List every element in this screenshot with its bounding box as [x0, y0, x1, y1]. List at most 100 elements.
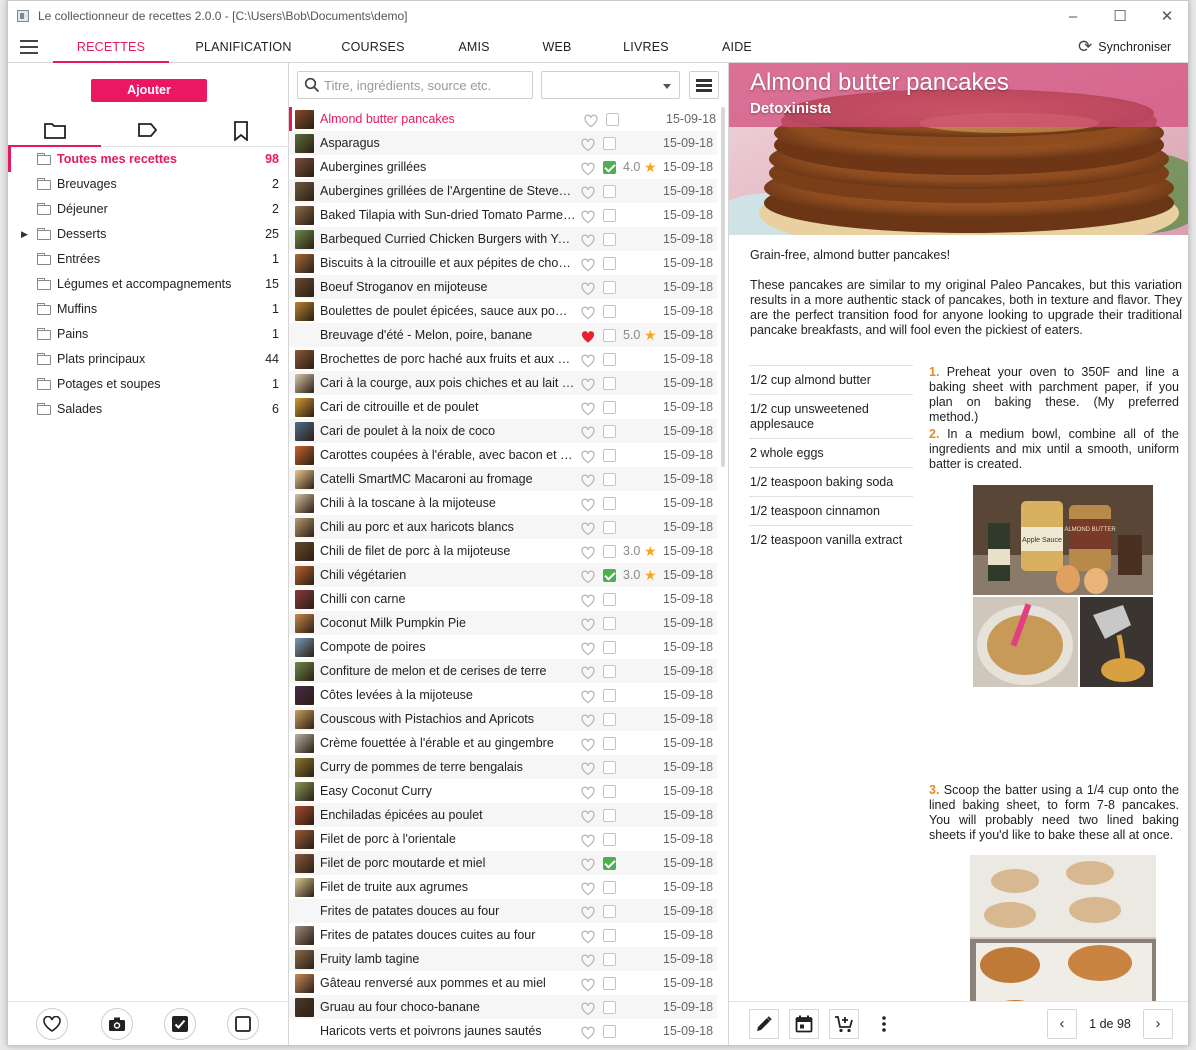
recipe-row[interactable]: Chili à la toscane à la mijoteuse 15-09-1… — [289, 491, 717, 515]
recipe-row[interactable]: Filet de truite aux agrumes 15-09-18 — [289, 875, 717, 899]
plan-button[interactable] — [789, 1009, 819, 1039]
heart-icon[interactable] — [581, 256, 595, 272]
recipe-row[interactable]: Almond butter pancakes 15-09-18 — [289, 107, 717, 131]
cooked-checkbox[interactable] — [603, 449, 616, 462]
cooked-checkbox[interactable] — [603, 593, 616, 606]
recipe-row[interactable]: Cari de poulet à la noix de coco 15-09-18 — [289, 419, 717, 443]
recipe-row[interactable]: Chili au porc et aux haricots blancs 15-0… — [289, 515, 717, 539]
uncooked-filter-button[interactable] — [227, 1008, 259, 1040]
list-scrollbar[interactable] — [721, 107, 725, 467]
folder-item[interactable]: Entrées 1 — [8, 247, 289, 272]
recipe-row[interactable]: Côtes levées à la mijoteuse 15-09-18 — [289, 683, 717, 707]
heart-icon[interactable] — [581, 280, 595, 296]
recipe-row[interactable]: Easy Coconut Curry 15-09-18 — [289, 779, 717, 803]
next-recipe-button[interactable]: › — [1143, 1009, 1173, 1039]
hamburger-menu-icon[interactable] — [20, 40, 40, 54]
tab-web[interactable]: WEB — [535, 32, 579, 63]
heart-icon[interactable] — [581, 208, 595, 224]
cooked-checkbox[interactable] — [603, 1001, 616, 1014]
photo-filter-button[interactable] — [101, 1008, 133, 1040]
cooked-checkbox[interactable] — [603, 761, 616, 774]
heart-icon[interactable] — [581, 1000, 595, 1016]
heart-icon[interactable] — [581, 544, 595, 560]
heart-icon[interactable] — [581, 760, 595, 776]
folder-item[interactable]: Plats principaux 44 — [8, 347, 289, 372]
heart-icon[interactable] — [581, 688, 595, 704]
heart-icon[interactable] — [584, 112, 598, 128]
recipe-row[interactable]: Boeuf Stroganov en mijoteuse 15-09-18 — [289, 275, 717, 299]
recipe-row[interactable]: Frites de patates douces au four 15-09-18 — [289, 899, 717, 923]
cooked-checkbox[interactable] — [603, 641, 616, 654]
view-mode-button[interactable] — [689, 71, 719, 99]
cooked-checkbox[interactable] — [603, 857, 616, 870]
heart-icon[interactable] — [581, 664, 595, 680]
cooked-checkbox[interactable] — [603, 209, 616, 222]
recipe-row[interactable]: Crème fouettée à l'érable et au gingembr… — [289, 731, 717, 755]
recipe-row[interactable]: Compote de poires 15-09-18 — [289, 635, 717, 659]
heart-icon[interactable] — [581, 184, 595, 200]
folder-item[interactable]: Potages et soupes 1 — [8, 372, 289, 397]
heart-icon[interactable] — [581, 976, 595, 992]
recipe-row[interactable]: Catelli SmartMC Macaroni au fromage 15-09… — [289, 467, 717, 491]
expand-arrow-icon[interactable]: ▶ — [21, 222, 28, 247]
cooked-checkbox[interactable] — [603, 401, 616, 414]
bookmarks-tab[interactable] — [194, 115, 287, 147]
filter-dropdown[interactable] — [541, 71, 680, 99]
cooked-checkbox[interactable] — [603, 569, 616, 582]
cooked-checkbox[interactable] — [603, 545, 616, 558]
heart-icon[interactable] — [581, 160, 595, 176]
heart-icon[interactable] — [581, 448, 595, 464]
heart-icon[interactable] — [581, 568, 595, 584]
cooked-checkbox[interactable] — [603, 257, 616, 270]
folder-item[interactable]: Pains 1 — [8, 322, 289, 347]
recipe-source[interactable]: Detoxinista — [750, 100, 831, 117]
folder-item[interactable]: Salades 6 — [8, 397, 289, 422]
recipe-row[interactable]: Cari de citrouille et de poulet 15-09-18 — [289, 395, 717, 419]
cooked-filter-button[interactable] — [164, 1008, 196, 1040]
heart-icon[interactable] — [581, 520, 595, 536]
heart-icon[interactable] — [581, 400, 595, 416]
heart-icon[interactable] — [581, 928, 595, 944]
cooked-checkbox[interactable] — [603, 305, 616, 318]
recipe-row[interactable]: Gruau au four choco-banane 15-09-18 — [289, 995, 717, 1019]
folder-item[interactable]: Déjeuner 2 — [8, 197, 289, 222]
folder-item[interactable]: ▶ Desserts 25 — [8, 222, 289, 247]
sync-button[interactable]: ⟳ Synchroniser — [1078, 32, 1171, 63]
recipe-row[interactable]: Curry de pommes de terre bengalais 15-09-… — [289, 755, 717, 779]
cooked-checkbox[interactable] — [606, 113, 619, 126]
cooked-checkbox[interactable] — [603, 473, 616, 486]
cooked-checkbox[interactable] — [603, 785, 616, 798]
tab-planification[interactable]: PLANIFICATION — [186, 32, 301, 63]
cooked-checkbox[interactable] — [603, 161, 616, 174]
cooked-checkbox[interactable] — [603, 617, 616, 630]
folder-item[interactable]: Légumes et accompagnements 15 — [8, 272, 289, 297]
recipe-row[interactable]: Aubergines grillées de l'Argentine de St… — [289, 179, 717, 203]
folders-tab[interactable] — [8, 115, 101, 147]
recipe-row[interactable]: Haricots verts et poivrons jaunes sautés… — [289, 1019, 717, 1043]
heart-icon[interactable] — [581, 856, 595, 872]
previous-recipe-button[interactable]: ‹ — [1047, 1009, 1077, 1039]
edit-button[interactable] — [749, 1009, 779, 1039]
heart-icon[interactable] — [581, 496, 595, 512]
recipe-row[interactable]: Boulettes de poulet épicées, sauce aux p… — [289, 299, 717, 323]
recipe-row[interactable]: Asparagus 15-09-18 — [289, 131, 717, 155]
heart-icon[interactable] — [581, 712, 595, 728]
recipe-row[interactable]: Confiture de melon et de cerises de terr… — [289, 659, 717, 683]
tab-livres[interactable]: LIVRES — [615, 32, 677, 63]
recipe-row[interactable]: Cari à la courge, aux pois chiches et au… — [289, 371, 717, 395]
cooked-checkbox[interactable] — [603, 329, 616, 342]
cooked-checkbox[interactable] — [603, 713, 616, 726]
heart-icon[interactable] — [581, 784, 595, 800]
recipe-row[interactable]: Brochettes de porc haché aux fruits et a… — [289, 347, 717, 371]
recipe-row[interactable]: Biscuits à la citrouille et aux pépites … — [289, 251, 717, 275]
recipe-row[interactable]: Chili végétarien 3.0 ★ 15-09-18 — [289, 563, 717, 587]
cooked-checkbox[interactable] — [603, 809, 616, 822]
recipe-row[interactable]: Frites de patates douces cuites au four 1… — [289, 923, 717, 947]
recipe-row[interactable]: Fruity lamb tagine 15-09-18 — [289, 947, 717, 971]
recipe-row[interactable]: Barbequed Curried Chicken Burgers with Y… — [289, 227, 717, 251]
cooked-checkbox[interactable] — [603, 737, 616, 750]
cooked-checkbox[interactable] — [603, 137, 616, 150]
heart-icon[interactable] — [581, 880, 595, 896]
cooked-checkbox[interactable] — [603, 281, 616, 294]
cooked-checkbox[interactable] — [603, 521, 616, 534]
